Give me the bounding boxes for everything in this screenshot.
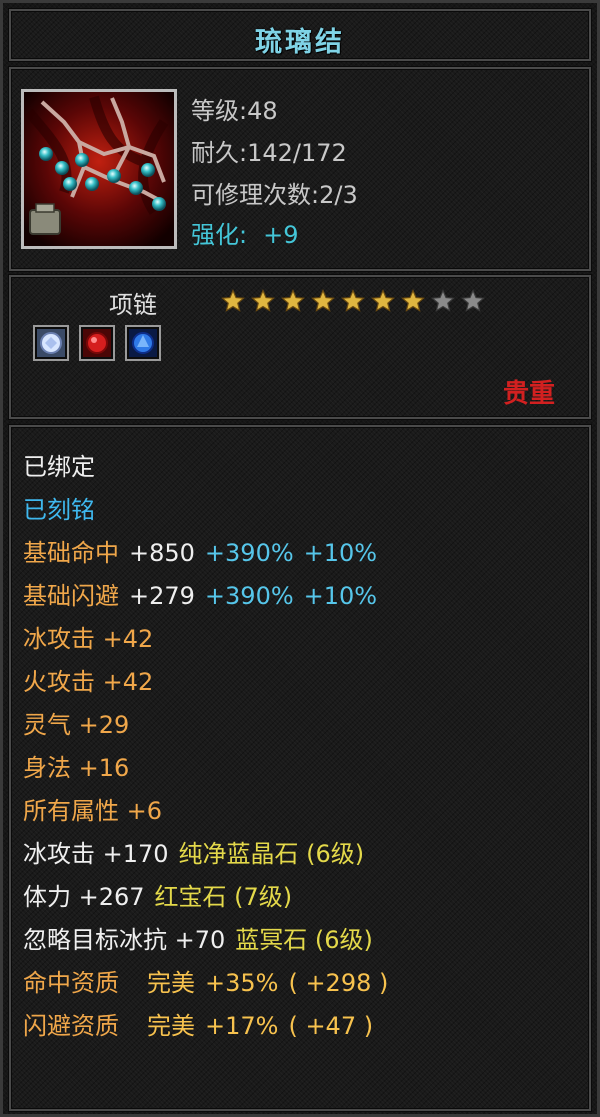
title-bar: 琉璃结 (9, 9, 591, 61)
necklace-icon[interactable] (21, 89, 177, 249)
dodge-aptitude-grade: 完美 (147, 1012, 195, 1040)
white-gem-icon[interactable] (33, 325, 69, 361)
base-dodge-name: 基础闪避 (23, 582, 119, 610)
item-enhance: 强化: +9 (191, 215, 298, 250)
item-type-panel: 项链 贵重 (9, 275, 591, 419)
base-hit-pct2: +10% (303, 539, 378, 567)
gem-bonus-3: 忽略目标冰抗 +70 蓝冥石 (6级) (23, 924, 383, 956)
hit-aptitude-grade: 完美 (147, 969, 195, 997)
fire-attack: 火攻击 +42 (23, 668, 154, 696)
hit-aptitude-line: 命中资质 完美 +35% ( +298 ) (23, 967, 398, 999)
bound-status: 已绑定 (23, 453, 95, 481)
gem-bonus-2: 体力 +267 红宝石 (7级) (23, 881, 302, 913)
engraved-status: 已刻铭 (23, 496, 95, 524)
dodge-aptitude-value: ( +47 ) (288, 1012, 374, 1040)
item-name: 琉璃结 (255, 27, 345, 58)
gem-bonus-1: 冰攻击 +170 纯净蓝晶石 (6级) (23, 838, 374, 870)
base-hit-name: 基础命中 (23, 539, 119, 567)
star-filled-icon (401, 289, 425, 312)
gem-bonus-1-stat: 冰攻击 +170 (23, 840, 169, 868)
star-empty-icon (461, 289, 485, 312)
item-durability: 耐久:142/172 (191, 139, 347, 167)
dodge-aptitude-name: 闪避资质 (23, 1012, 119, 1040)
agility: 身法 +16 (23, 754, 130, 782)
base-dodge-value: +279 (129, 582, 195, 610)
gem-bonus-1-gem: 纯净蓝晶石 (6级) (178, 840, 365, 868)
ice-attack: 冰攻击 +42 (23, 625, 154, 653)
star-filled-icon (371, 289, 395, 312)
attributes-panel: 已绑定 已刻铭 基础命中 +850 +390% +10% 基础闪避 +279 +390% +… (9, 425, 591, 1111)
item-quality: 贵重 (502, 379, 555, 409)
dodge-aptitude-line: 闪避资质 完美 +17% ( +47 ) (23, 1010, 383, 1042)
base-dodge-pct2: +10% (303, 582, 378, 610)
base-dodge-pct1: +390% (204, 582, 294, 610)
hit-aptitude-name: 命中资质 (23, 969, 119, 997)
dodge-aptitude-pct: +17% (205, 1012, 279, 1040)
red-gem-icon[interactable] (79, 325, 115, 361)
star-filled-icon (311, 289, 335, 312)
gem-bonus-2-stat: 体力 +267 (23, 883, 145, 911)
item-repair-count: 可修理次数:2/3 (191, 181, 358, 209)
star-filled-icon (281, 289, 305, 312)
hit-aptitude-value: ( +298 ) (288, 969, 389, 997)
item-level: 等级:48 (191, 97, 278, 125)
spirit: 灵气 +29 (23, 711, 130, 739)
gem-sockets (33, 325, 161, 361)
enhance-value: +9 (263, 221, 299, 249)
star-filled-icon (341, 289, 365, 312)
star-empty-icon (431, 289, 455, 312)
star-filled-icon (251, 289, 275, 312)
item-type: 项链 (109, 291, 157, 319)
star-filled-icon (221, 289, 245, 312)
base-hit-pct1: +390% (204, 539, 294, 567)
gem-bonus-2-gem: 红宝石 (7级) (154, 883, 293, 911)
enhance-label: 强化: (191, 221, 248, 249)
item-tooltip: 琉璃结 等级:48 耐久:142/172 可修理次数:2/3 强化: +9 项链… (0, 0, 600, 1117)
gem-bonus-3-gem: 蓝冥石 (6级) (235, 926, 373, 954)
star-rating (221, 289, 485, 313)
base-hit-value: +850 (129, 539, 195, 567)
base-dodge-line: 基础闪避 +279 +390% +10% (23, 580, 387, 612)
all-attributes: 所有属性 +6 (23, 797, 163, 825)
gem-bonus-3-stat: 忽略目标冰抗 +70 (23, 926, 226, 954)
item-info-panel: 等级:48 耐久:142/172 可修理次数:2/3 强化: +9 (9, 67, 591, 271)
hit-aptitude-pct: +35% (205, 969, 279, 997)
blue-gem-icon[interactable] (125, 325, 161, 361)
base-hit-line: 基础命中 +850 +390% +10% (23, 537, 387, 569)
